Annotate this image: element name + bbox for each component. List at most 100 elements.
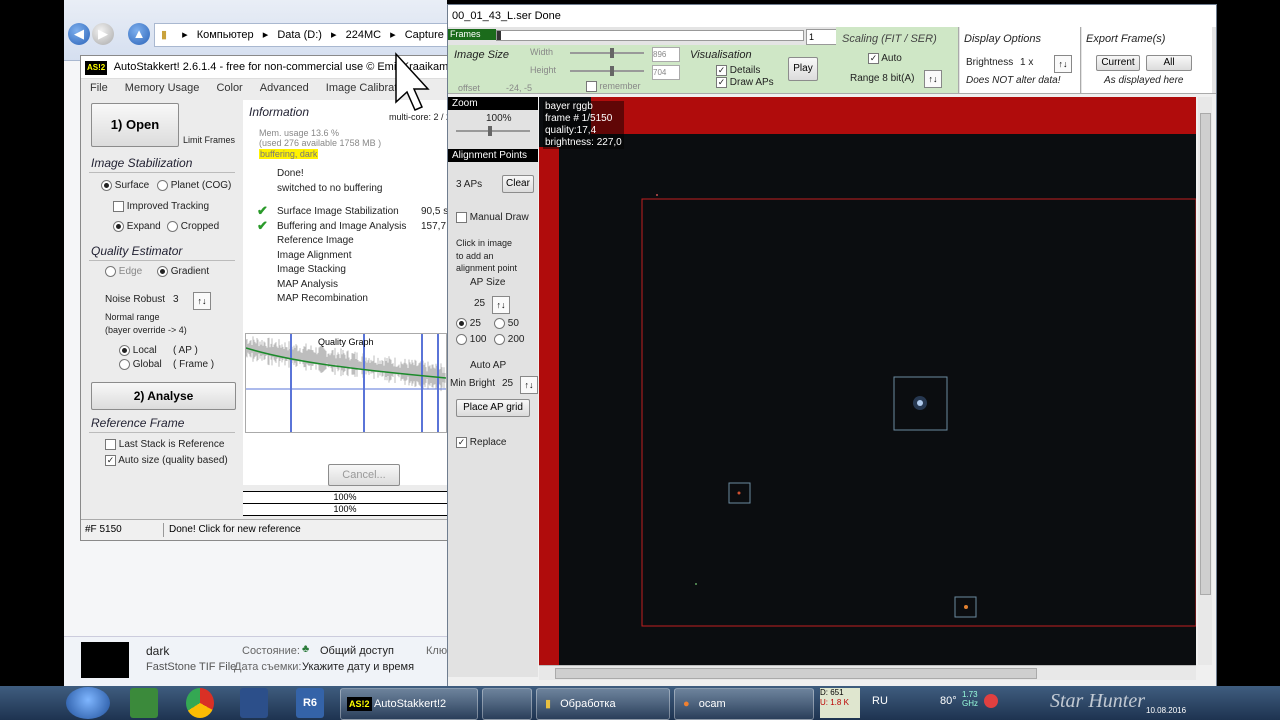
path-224mc[interactable]: 224MC: [346, 29, 381, 41]
auto-checkbox[interactable]: ✓ Auto: [868, 53, 902, 64]
language-indicator[interactable]: RU: [872, 695, 888, 707]
horizontal-scrollbar[interactable]: [539, 665, 1196, 680]
manual-draw-checkbox[interactable]: Manual Draw: [456, 212, 529, 223]
improved-tracking-checkbox[interactable]: Improved Tracking: [113, 201, 209, 212]
step-label: MAP Recombination: [277, 293, 368, 304]
cancel-button[interactable]: Cancel...: [328, 464, 400, 486]
cpu-frequency: 1.73 GHz: [962, 690, 978, 708]
vertical-scrollbar[interactable]: [1198, 97, 1212, 665]
disk-u-value: U: 1.8 K: [820, 698, 849, 707]
chrome-icon[interactable]: [186, 688, 214, 718]
step-label: Buffering and Image Analysis: [277, 220, 407, 232]
cropped-radio[interactable]: Cropped: [167, 221, 219, 232]
auto-ap-title: Auto AP: [470, 360, 507, 371]
expand-radio[interactable]: Expand: [113, 221, 161, 232]
ser-toolbar: Frames 1 Image Size Width 896 Height 704…: [448, 27, 1216, 94]
path-capture[interactable]: Capture: [405, 29, 444, 41]
ap-size-200-radio[interactable]: 200: [494, 334, 524, 345]
date-value[interactable]: Укажите дату и время: [302, 661, 414, 673]
status-message[interactable]: Done! Click for new reference: [169, 520, 301, 540]
details-checkbox[interactable]: ✓ Details: [716, 65, 760, 76]
menu-file[interactable]: File: [90, 82, 108, 94]
width-slider[interactable]: [570, 52, 644, 54]
menu-memory-usage[interactable]: Memory Usage: [125, 82, 200, 94]
as2-taskbar-icon: AS!2: [347, 697, 372, 711]
surface-radio[interactable]: Surface: [101, 180, 149, 191]
menu-advanced[interactable]: Advanced: [260, 82, 309, 94]
draw-aps-checkbox[interactable]: ✓ Draw APs: [716, 77, 774, 88]
global-radio[interactable]: Global: [119, 359, 162, 370]
place-ap-grid-button[interactable]: Place AP grid: [456, 399, 530, 417]
brightness-label: Brightness: [966, 57, 1014, 68]
min-bright-value: 25: [502, 378, 514, 389]
path-computer[interactable]: Компьютер: [197, 29, 254, 41]
taskbar-viewer-icon[interactable]: [482, 688, 532, 720]
clock-date[interactable]: 10.08.2016: [1146, 706, 1186, 715]
registax-icon[interactable]: R6: [296, 688, 324, 718]
address-bar[interactable]: ▮ ▸ Компьютер ▸ Data (D:) ▸ 224MC ▸ Capt…: [154, 23, 449, 47]
menu-color[interactable]: Color: [216, 82, 242, 94]
switched-label: switched to no buffering: [277, 183, 383, 194]
min-bright-spinner-icon[interactable]: ↑↓: [520, 376, 538, 394]
height-slider[interactable]: [570, 70, 644, 72]
frames-slider[interactable]: [496, 30, 804, 41]
path-data[interactable]: Data (D:): [277, 29, 322, 41]
back-icon[interactable]: ◀: [68, 23, 90, 45]
ap-size-spinner-icon[interactable]: ↑↓: [492, 296, 510, 314]
taskbar-ocam[interactable]: ● ocam: [674, 688, 814, 720]
ap-size-50-radio[interactable]: 50: [494, 318, 519, 329]
file-name: dark: [146, 644, 170, 658]
clear-aps-button[interactable]: Clear: [502, 175, 534, 193]
range-spinner-icon[interactable]: ↑↓: [924, 70, 942, 88]
height-input[interactable]: 704: [652, 65, 680, 80]
taskbar-autostakkert[interactable]: AS!2 AutoStakkert!2: [340, 688, 478, 720]
local-radio[interactable]: Local: [119, 345, 157, 356]
height-label: Height: [530, 65, 557, 75]
brightness-readout: brightness: 227,0: [545, 137, 622, 148]
ap-size-25-radio[interactable]: 25: [456, 318, 481, 329]
click-hint-2: to add an: [456, 251, 494, 261]
frame-info-overlay: bayer rggb frame # 1/5150 quality:17,4 b…: [543, 101, 624, 149]
watermark-text: Star Hunter: [1050, 690, 1145, 712]
play-button[interactable]: Play: [788, 57, 818, 81]
zoom-value: 100%: [486, 113, 512, 124]
brightness-spinner-icon[interactable]: ↑↓: [1054, 55, 1072, 73]
display-title: Display Options: [964, 33, 1042, 45]
taskbar-obrabotka[interactable]: ▮ Обработка: [536, 688, 670, 720]
export-all-button[interactable]: All: [1146, 55, 1192, 71]
remember-checkbox[interactable]: remember: [586, 81, 641, 93]
check-icon: ✔: [257, 217, 268, 233]
offset-value: -24, -5: [506, 83, 533, 93]
open-button[interactable]: 1) Open: [91, 103, 179, 147]
ocam-icon: ●: [683, 698, 690, 710]
replace-checkbox[interactable]: ✓ Replace: [456, 437, 506, 448]
info-title: Information: [249, 105, 310, 119]
limit-frames-link[interactable]: Limit Frames: [183, 135, 235, 145]
ap-size-100-radio[interactable]: 100: [456, 334, 486, 345]
up-icon[interactable]: ▲: [128, 23, 150, 45]
save-disk-icon[interactable]: [240, 688, 268, 718]
visualisation-group: Visualisation ✓ Details ✓ Draw APs Play: [686, 45, 837, 93]
record-icon[interactable]: [984, 694, 998, 708]
display-options-group: Display Options Brightness 1 x ↑↓ Does N…: [960, 27, 1081, 93]
done-label: Done!: [277, 168, 304, 179]
width-input[interactable]: 896: [652, 47, 680, 62]
edge-radio[interactable]: Edge: [105, 266, 142, 277]
export-current-button[interactable]: Current: [1096, 55, 1140, 71]
gradient-radio[interactable]: Gradient: [157, 266, 209, 277]
frame-viewer[interactable]: bayer rggb frame # 1/5150 quality:17,4 b…: [539, 97, 1197, 667]
frame-input[interactable]: 1: [806, 29, 840, 45]
last-stack-checkbox[interactable]: Last Stack is Reference: [105, 439, 224, 450]
date-label: Дата съемки:: [234, 661, 302, 673]
forward-icon[interactable]: ▶: [92, 23, 114, 45]
analyse-button[interactable]: 2) Analyse: [91, 382, 236, 410]
click-hint-1: Click in image: [456, 238, 513, 248]
start-button-icon[interactable]: [66, 687, 110, 719]
spreadsheet-app-icon[interactable]: [130, 688, 158, 718]
frame-number-label: frame # 1/5150: [545, 113, 613, 124]
multicore-label: multi-core: 2 / 2: [389, 112, 452, 122]
zoom-slider[interactable]: [456, 130, 530, 132]
planet-radio[interactable]: Planet (COG): [157, 180, 231, 191]
noise-spinner-icon[interactable]: ↑↓: [193, 292, 211, 310]
auto-size-checkbox[interactable]: ✓ Auto size (quality based): [105, 455, 228, 466]
